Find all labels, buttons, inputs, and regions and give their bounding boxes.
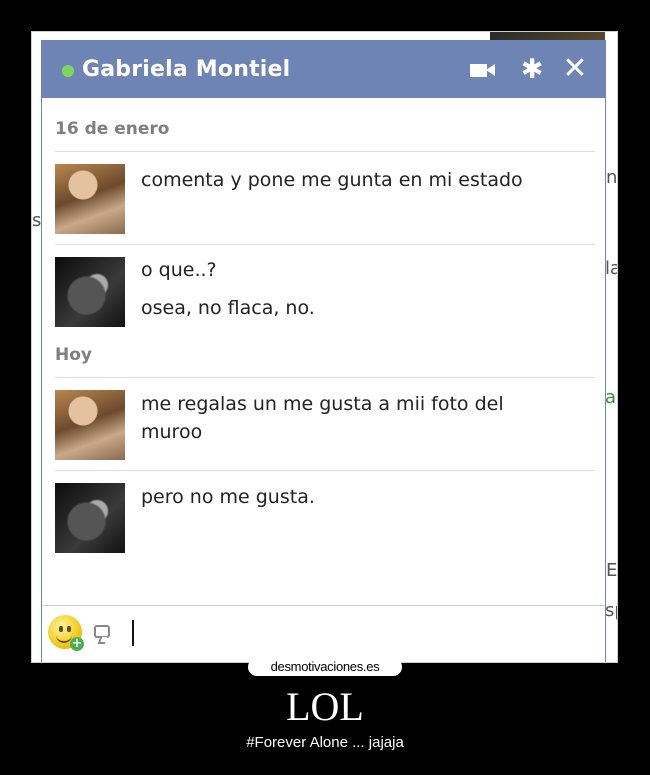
- message-text: comenta y pone me gunta en mi estado: [141, 166, 523, 194]
- poster-frame: s n la a E sp Gabriela Montiel ✱ ✕ 16 de…: [31, 31, 618, 663]
- background-text-fragment: a: [605, 387, 617, 408]
- message-text: o que..? osea, no flaca, no.: [141, 256, 315, 322]
- background-text-fragment: E: [606, 560, 618, 581]
- close-icon[interactable]: ✕: [561, 54, 589, 84]
- avatar[interactable]: [55, 390, 125, 460]
- chat-window: Gabriela Montiel ✱ ✕ 16 de enero comenta…: [41, 40, 606, 662]
- message-text: me regalas un me gusta a mii foto del mu…: [141, 390, 504, 446]
- sticker-icon[interactable]: [94, 625, 110, 638]
- avatar[interactable]: [55, 483, 125, 553]
- background-text-fragment: sp: [605, 600, 617, 621]
- message-input[interactable]: [130, 618, 594, 650]
- gear-icon[interactable]: ✱: [518, 56, 546, 84]
- message-composer: +: [42, 605, 605, 662]
- poster-caption: #Forever Alone ... jajaja: [246, 734, 404, 751]
- chat-titlebar[interactable]: Gabriela Montiel ✱ ✕: [42, 41, 605, 98]
- background-text-fragment: la: [605, 258, 617, 279]
- background-text-fragment: s: [32, 210, 42, 231]
- message-divider: [55, 470, 595, 471]
- message-divider: [55, 151, 595, 152]
- background-text-fragment: n: [606, 167, 618, 188]
- online-status-icon: [62, 65, 74, 77]
- message-row: pero no me gusta.: [55, 470, 595, 570]
- message-row: o que..? osea, no flaca, no.: [55, 244, 595, 338]
- poster-title: LOL: [286, 684, 364, 729]
- message-line: muroo: [141, 421, 203, 443]
- video-call-icon[interactable]: [468, 56, 496, 84]
- date-separator: Hoy: [55, 345, 92, 365]
- message-line: o que..?: [141, 259, 217, 281]
- message-line: osea, no flaca, no.: [141, 297, 315, 319]
- message-line: comenta y pone me gunta en mi estado: [141, 169, 523, 191]
- contact-name[interactable]: Gabriela Montiel: [82, 57, 290, 82]
- text-caret: [132, 620, 134, 646]
- message-divider: [55, 244, 595, 245]
- avatar[interactable]: [55, 164, 125, 234]
- message-row: comenta y pone me gunta en mi estado: [55, 151, 595, 245]
- message-line: pero no me gusta.: [141, 486, 315, 508]
- message-line: me regalas un me gusta a mii foto del: [141, 393, 504, 415]
- message-text: pero no me gusta.: [141, 483, 315, 511]
- message-divider: [55, 377, 595, 378]
- message-row: me regalas un me gusta a mii foto del mu…: [55, 377, 595, 471]
- date-separator: 16 de enero: [55, 119, 170, 139]
- site-watermark: desmotivaciones.es: [248, 658, 402, 676]
- emoji-icon[interactable]: +: [48, 615, 84, 651]
- avatar[interactable]: [55, 257, 125, 327]
